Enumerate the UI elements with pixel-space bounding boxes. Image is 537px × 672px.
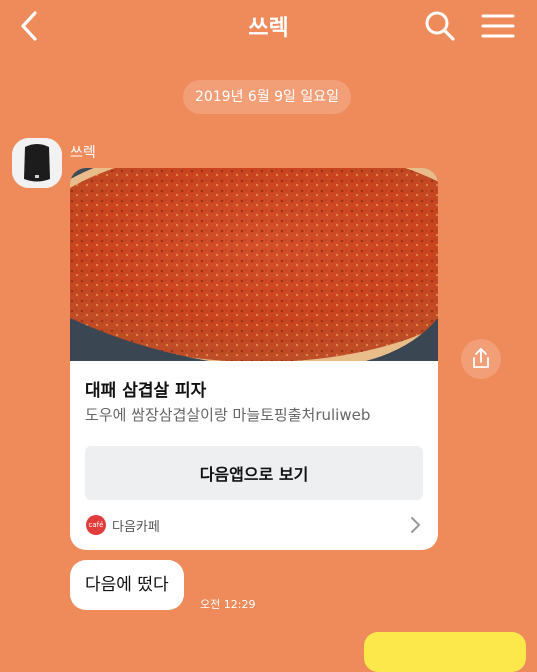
card-description: 도우에 쌈장삼겹살이랑 마늘토핑출처ruliweb <box>85 406 371 424</box>
share-icon <box>473 348 489 368</box>
top-bar: 쓰렉 <box>0 0 537 52</box>
search-icon <box>425 11 455 41</box>
search-button[interactable] <box>422 8 458 44</box>
card-title: 대패 삼겹살 피자 <box>85 381 207 401</box>
daum-cafe-logo: café <box>86 515 106 535</box>
source-name: 다음카페 <box>112 520 160 535</box>
message-bubble[interactable]: 다음에 떴다 <box>70 560 184 610</box>
date-divider: 2019년 6월 9일 일요일 <box>183 80 351 114</box>
my-message-bubble[interactable] <box>364 632 526 672</box>
hamburger-menu-icon <box>481 14 515 38</box>
menu-button[interactable] <box>478 8 518 44</box>
pizza-photo <box>70 168 438 361</box>
avatar-image <box>12 138 62 188</box>
chevron-right-icon <box>411 517 420 533</box>
link-preview-card[interactable]: 대패 삼겹살 피자 도우에 쌈장삼겹살이랑 마늘토핑출처ruliweb 다음앱으… <box>70 168 438 550</box>
share-button[interactable] <box>461 339 501 379</box>
card-source[interactable]: café 다음카페 <box>70 508 438 550</box>
message-time: 오전 12:29 <box>200 598 256 611</box>
avatar[interactable] <box>12 138 62 188</box>
sender-name: 쓰렉 <box>70 145 96 161</box>
open-in-app-button[interactable]: 다음앱으로 보기 <box>85 446 423 500</box>
